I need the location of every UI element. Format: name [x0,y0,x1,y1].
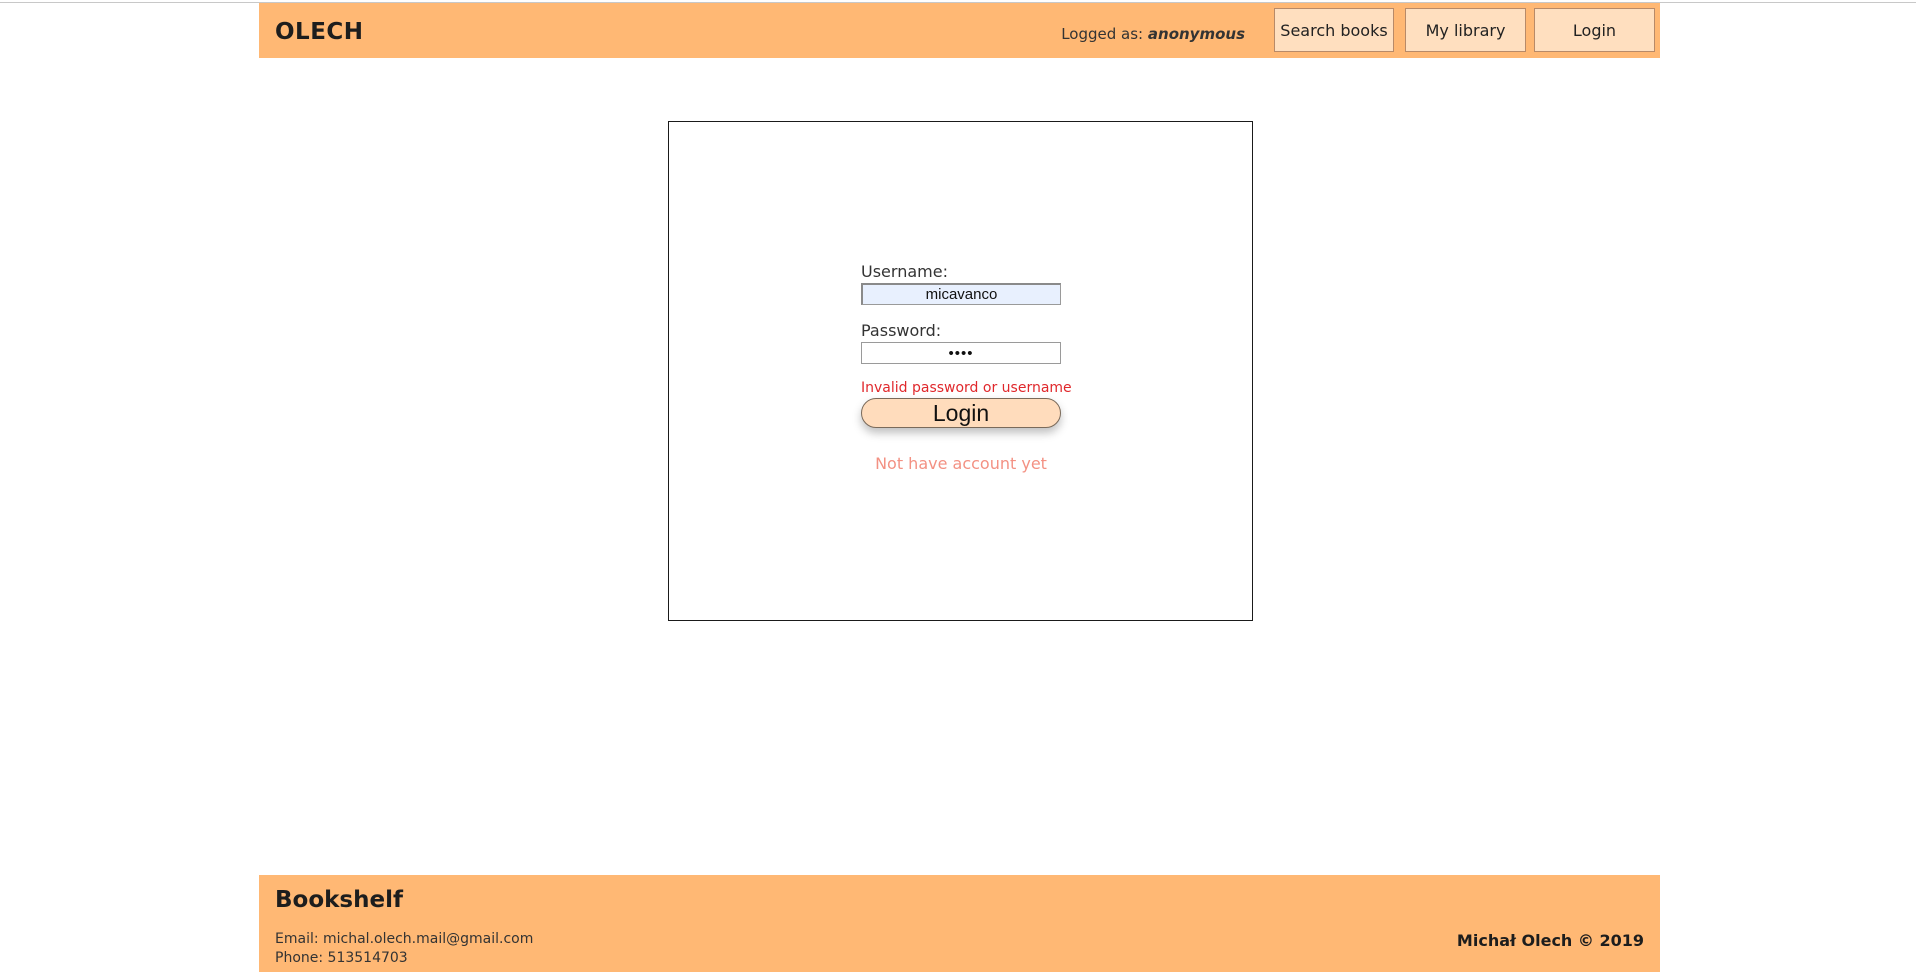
login-panel: Username: Password: Invalid password or … [668,121,1253,621]
top-bar: OLECH Logged as: anonymous Search books … [259,3,1660,58]
signup-link[interactable]: Not have account yet [861,454,1061,473]
password-label: Password: [861,321,942,340]
error-message: Invalid password or username [861,380,1072,396]
search-books-button[interactable]: Search books [1274,8,1394,52]
my-library-button[interactable]: My library [1405,8,1526,52]
footer-title: Bookshelf [275,887,403,913]
login-submit-button[interactable]: Login [861,398,1061,428]
nav-login-button[interactable]: Login [1534,8,1655,52]
username-label: Username: [861,262,948,281]
logged-status: Logged as: anonymous [1061,25,1245,43]
brand-logo[interactable]: OLECH [275,19,364,45]
footer-email: Email: michal.olech.mail@gmail.com [275,931,534,947]
username-field[interactable] [861,283,1061,305]
password-field[interactable] [861,342,1061,364]
footer-phone: Phone: 513514703 [275,950,408,966]
login-form: Username: Password: Invalid password or … [861,262,1072,473]
logged-prefix: Logged as: [1061,25,1148,43]
footer: Bookshelf Email: michal.olech.mail@gmail… [259,875,1660,972]
footer-copyright: Michał Olech © 2019 [1456,931,1644,950]
logged-user: anonymous [1147,25,1245,43]
